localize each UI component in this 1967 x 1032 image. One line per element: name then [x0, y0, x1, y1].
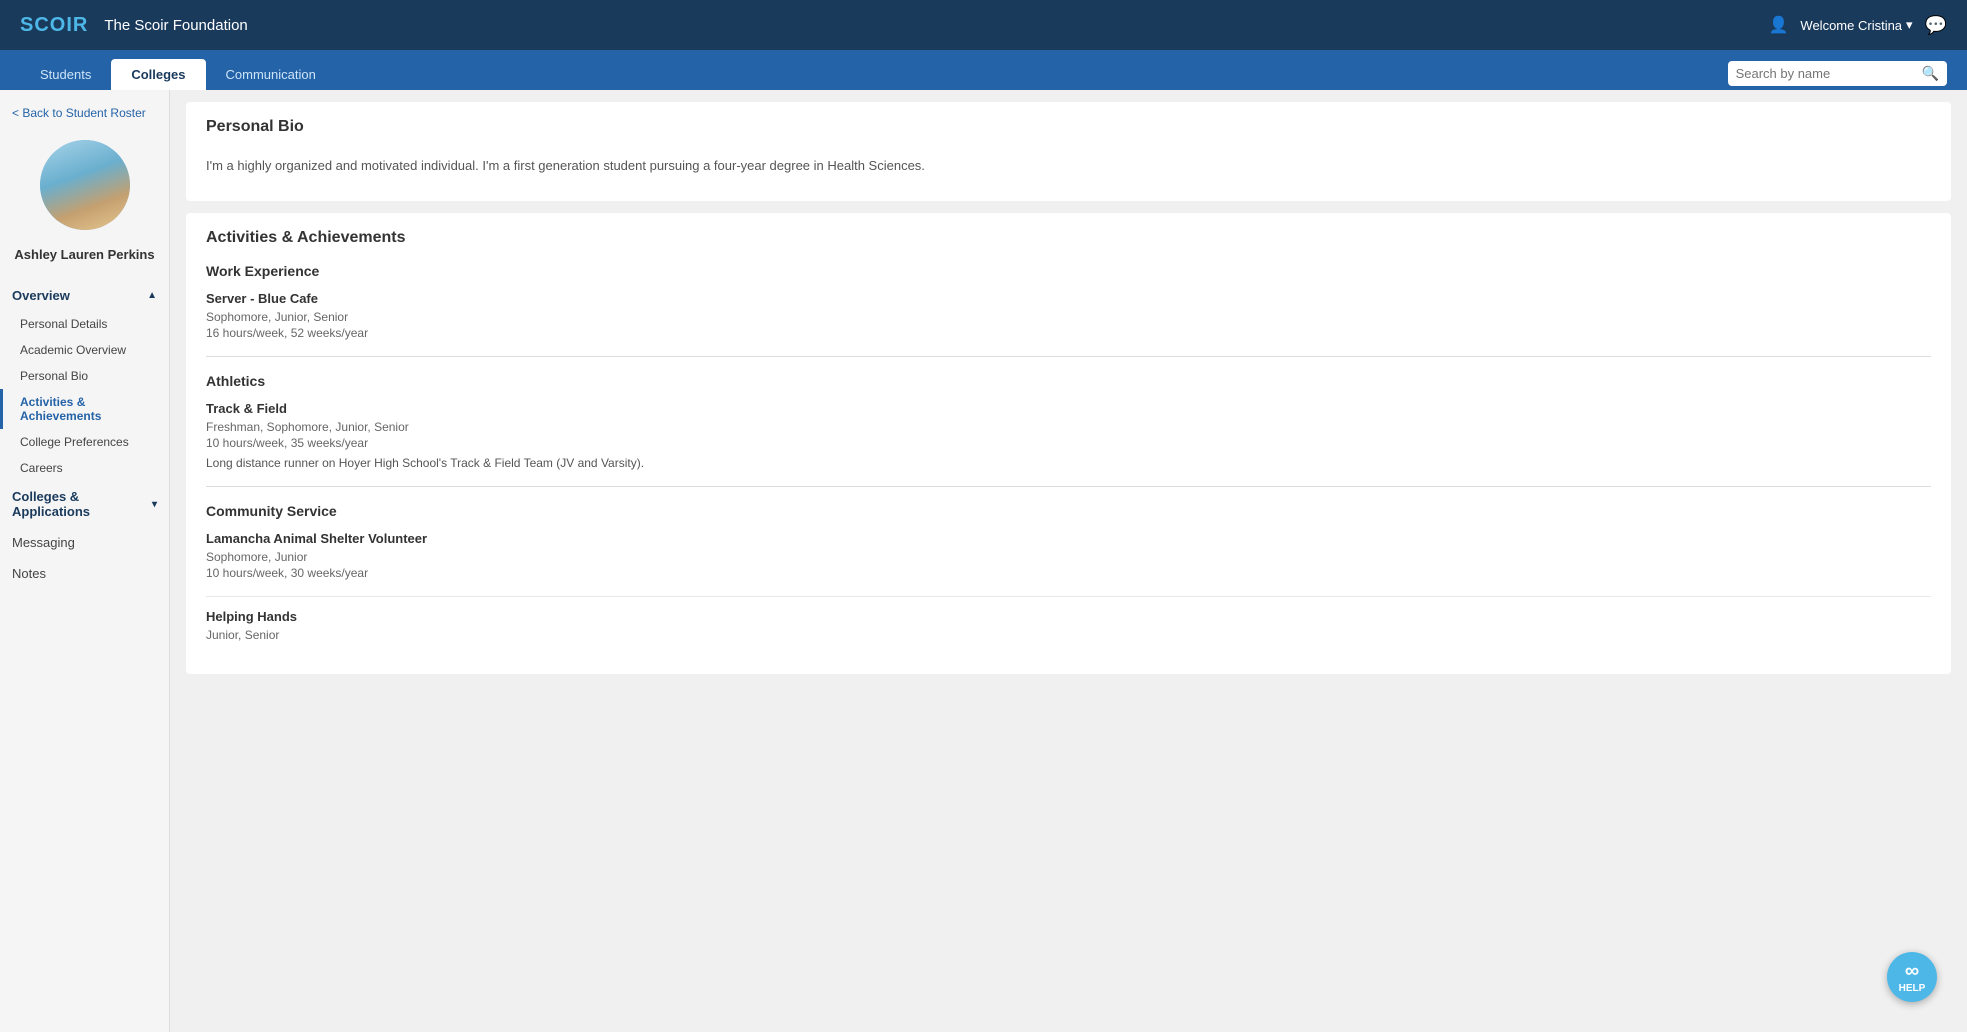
personal-bio-card: Personal Bio I'm a highly organized and … — [186, 102, 1951, 201]
activity-years: Sophomore, Junior, Senior — [206, 310, 1931, 324]
activity-hours: 16 hours/week, 52 weeks/year — [206, 326, 1931, 340]
top-bar-right: 👤 Welcome Cristina ▾ 💬 — [1769, 15, 1948, 36]
help-button[interactable]: ∞ HELP — [1887, 952, 1937, 1002]
chat-icon[interactable]: 💬 — [1925, 15, 1947, 36]
activity-years: Freshman, Sophomore, Junior, Senior — [206, 420, 1931, 434]
activity-name: Helping Hands — [206, 609, 1931, 624]
sidebar-item-personal-bio[interactable]: Personal Bio — [0, 363, 169, 389]
content-area: Personal Bio I'm a highly organized and … — [170, 90, 1967, 1032]
sidebar-item-activities[interactable]: Activities & Achievements — [0, 389, 169, 429]
sidebar-overview-header[interactable]: Overview ▲ — [0, 280, 169, 311]
list-item: Server - Blue Cafe Sophomore, Junior, Se… — [206, 291, 1931, 340]
colleges-chevron: ▾ — [152, 499, 157, 510]
search-input[interactable] — [1736, 66, 1916, 81]
activities-card: Activities & Achievements Work Experienc… — [186, 213, 1951, 674]
tab-colleges[interactable]: Colleges — [111, 59, 205, 90]
avatar-image — [40, 140, 130, 230]
activity-name: Server - Blue Cafe — [206, 291, 1931, 306]
list-item: Track & Field Freshman, Sophomore, Junio… — [206, 401, 1931, 470]
main-layout: < Back to Student Roster Ashley Lauren P… — [0, 90, 1967, 1032]
list-item: Lamancha Animal Shelter Volunteer Sophom… — [206, 531, 1931, 580]
activity-name: Track & Field — [206, 401, 1931, 416]
top-bar-left: SCOIR The Scoir Foundation — [20, 14, 248, 37]
personal-bio-text: I'm a highly organized and motivated ind… — [206, 148, 1931, 185]
top-bar: SCOIR The Scoir Foundation 👤 Welcome Cri… — [0, 0, 1967, 50]
user-icon: 👤 — [1769, 15, 1789, 35]
activity-years: Junior, Senior — [206, 628, 1931, 642]
sidebar-item-academic-overview[interactable]: Academic Overview — [0, 337, 169, 363]
activity-years: Sophomore, Junior — [206, 550, 1931, 564]
activities-title: Activities & Achievements — [206, 229, 1931, 247]
work-experience-title: Work Experience — [206, 263, 1931, 279]
activity-note: Long distance runner on Hoyer High Schoo… — [206, 456, 1931, 470]
top-bar-title: The Scoir Foundation — [104, 17, 247, 34]
personal-bio-title: Personal Bio — [206, 118, 1931, 136]
activity-hours: 10 hours/week, 35 weeks/year — [206, 436, 1931, 450]
student-photo-container — [0, 132, 169, 238]
avatar — [40, 140, 130, 230]
search-box: 🔍 — [1728, 61, 1947, 86]
tab-communication[interactable]: Communication — [206, 59, 336, 90]
sidebar-colleges-header[interactable]: Colleges & Applications ▾ — [0, 481, 169, 527]
activity-name: Lamancha Animal Shelter Volunteer — [206, 531, 1931, 546]
item-divider — [206, 596, 1931, 597]
help-label: HELP — [1899, 983, 1926, 994]
list-item: Helping Hands Junior, Senior — [206, 609, 1931, 642]
tab-students[interactable]: Students — [20, 59, 111, 90]
overview-chevron: ▲ — [147, 290, 157, 301]
welcome-text[interactable]: Welcome Cristina ▾ — [1800, 17, 1912, 33]
community-service-title: Community Service — [206, 503, 1931, 519]
sidebar-item-careers[interactable]: Careers — [0, 455, 169, 481]
nav-tabs: Students Colleges Communication — [20, 59, 336, 90]
sidebar-item-college-preferences[interactable]: College Preferences — [0, 429, 169, 455]
sidebar-item-messaging[interactable]: Messaging — [0, 527, 169, 558]
help-icon: ∞ — [1905, 960, 1919, 983]
logo: SCOIR — [20, 14, 88, 37]
sidebar: < Back to Student Roster Ashley Lauren P… — [0, 90, 170, 1032]
athletics-title: Athletics — [206, 373, 1931, 389]
nav-bar: Students Colleges Communication 🔍 — [0, 50, 1967, 90]
section-divider — [206, 486, 1931, 487]
back-to-roster-link[interactable]: < Back to Student Roster — [0, 106, 169, 132]
section-divider — [206, 356, 1931, 357]
sidebar-item-personal-details[interactable]: Personal Details — [0, 311, 169, 337]
activity-hours: 10 hours/week, 30 weeks/year — [206, 566, 1931, 580]
student-name: Ashley Lauren Perkins — [0, 238, 169, 280]
sidebar-item-notes[interactable]: Notes — [0, 558, 169, 589]
search-icon: 🔍 — [1922, 65, 1939, 82]
